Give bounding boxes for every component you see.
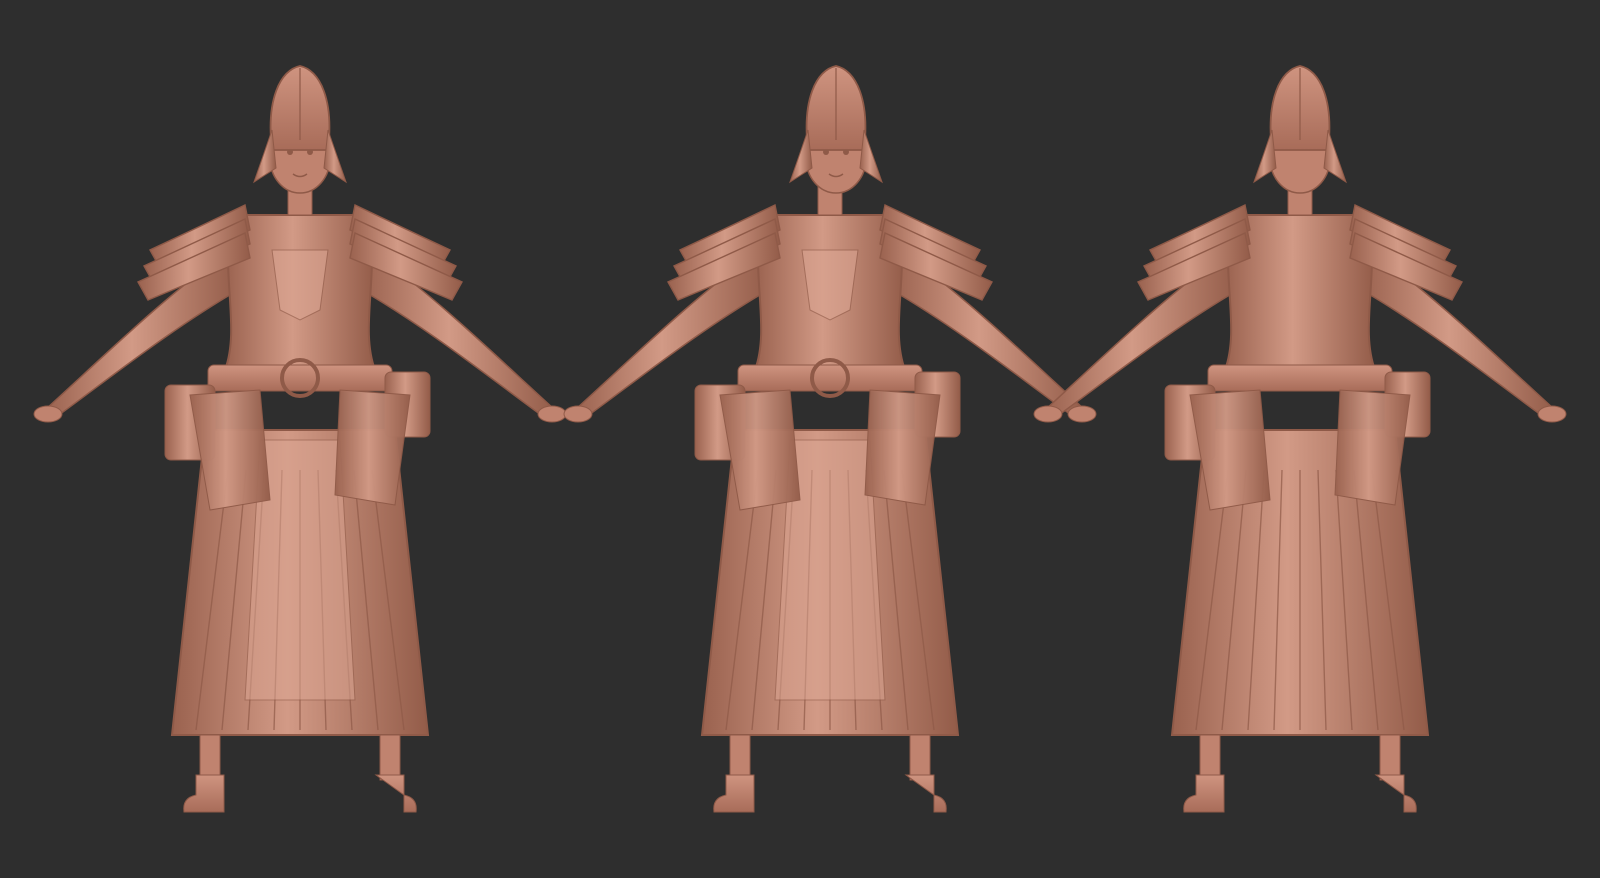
right-leg bbox=[379, 734, 401, 781]
chest-plate bbox=[271, 249, 329, 321]
right-leg bbox=[1379, 734, 1401, 781]
left-hand bbox=[33, 405, 63, 423]
left-hand bbox=[1033, 405, 1063, 423]
chest-plate bbox=[801, 249, 859, 321]
right-leg bbox=[909, 734, 931, 781]
right-hand bbox=[1067, 405, 1097, 423]
left-hand bbox=[563, 405, 593, 423]
render-canvas bbox=[0, 0, 1600, 878]
right-hand bbox=[537, 405, 567, 423]
left-leg bbox=[1199, 734, 1221, 781]
left-leg bbox=[199, 734, 221, 781]
character-turnaround bbox=[0, 0, 1600, 878]
belt bbox=[1207, 364, 1393, 392]
left-leg bbox=[729, 734, 751, 781]
belt bbox=[207, 364, 393, 392]
belt bbox=[737, 364, 923, 392]
right-hand bbox=[1537, 405, 1567, 423]
